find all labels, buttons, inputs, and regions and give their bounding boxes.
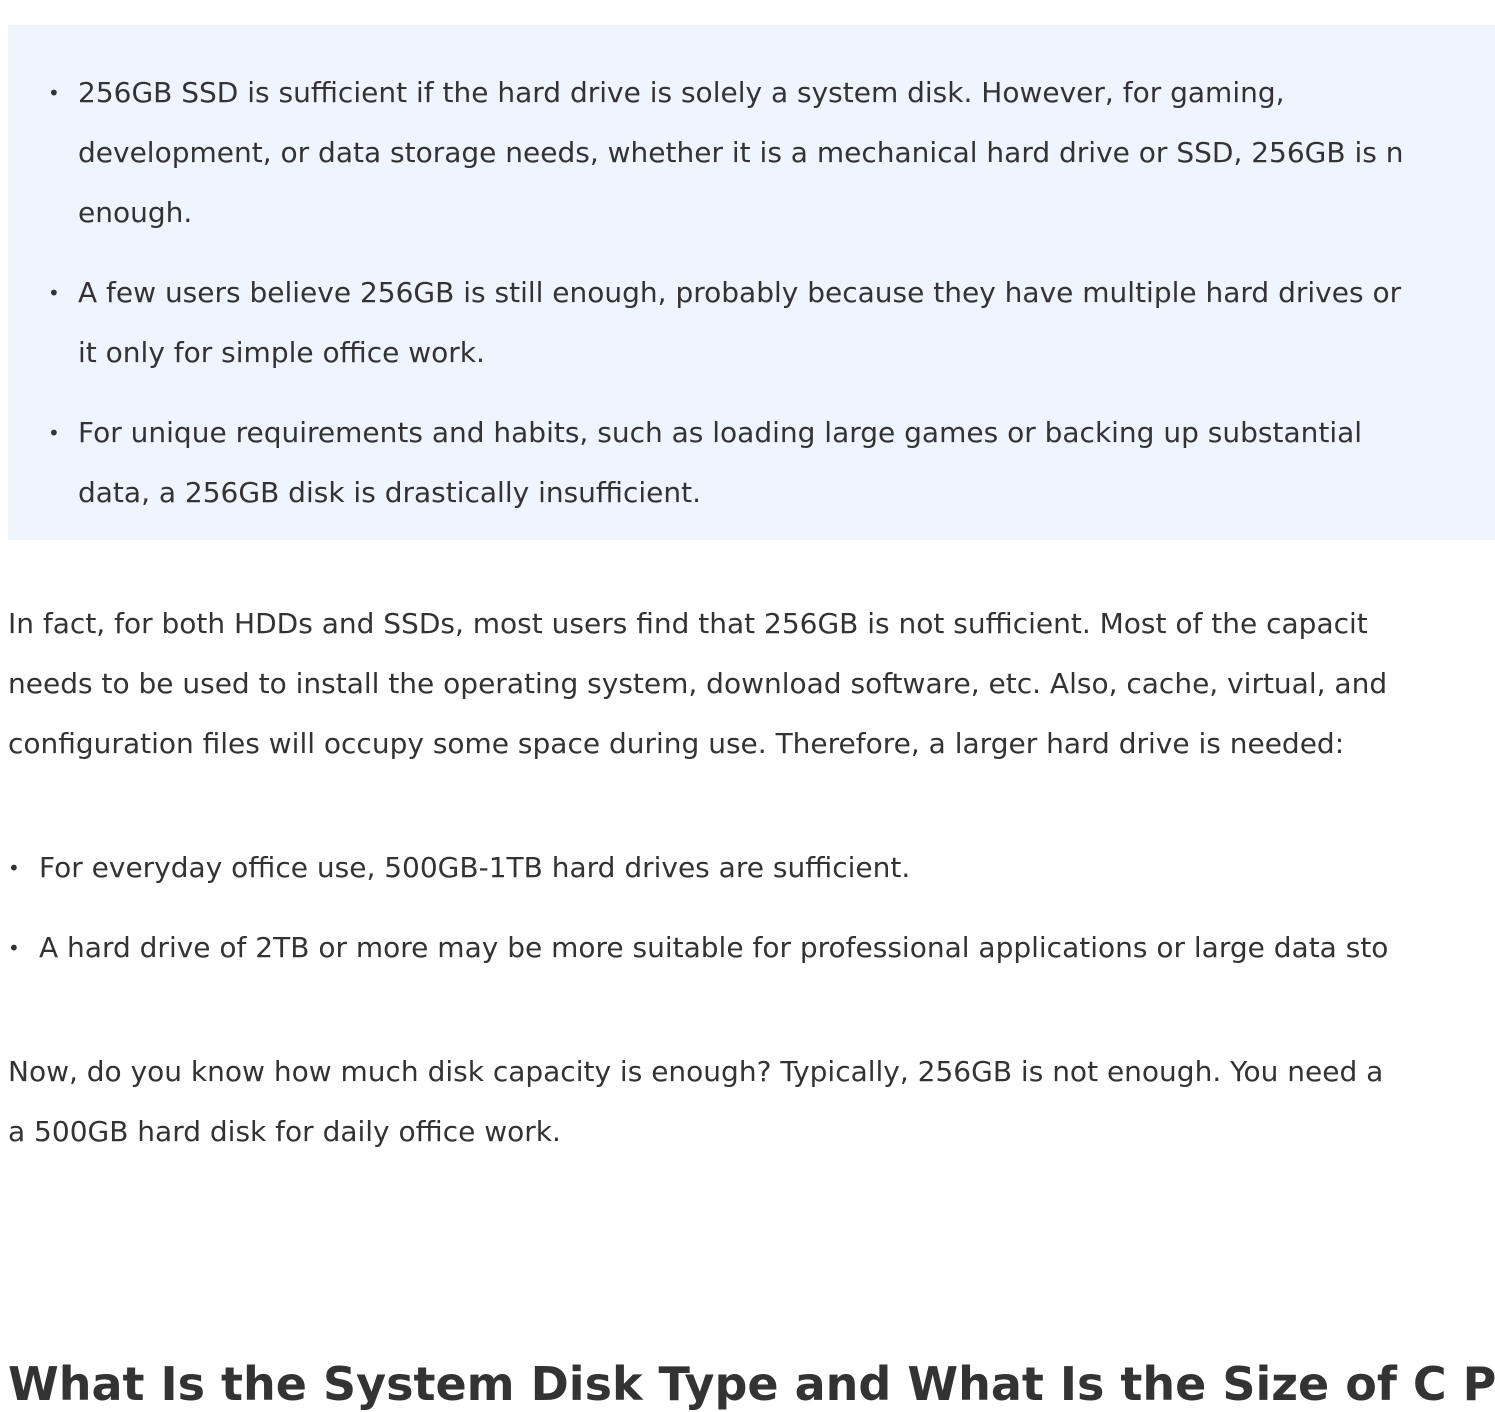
recommendation-list: • For everyday office use, 500GB-1TB har… bbox=[8, 838, 1495, 998]
list-item-line: it only for simple office work. bbox=[78, 336, 485, 369]
callout-list: • 256GB SSD is sufficient if the hard dr… bbox=[8, 63, 1495, 543]
paragraph-line: a 500GB hard disk for daily office work. bbox=[8, 1115, 561, 1148]
list-item-line: For unique requirements and habits, such… bbox=[78, 416, 1363, 449]
paragraph-summary: Now, do you know how much disk capacity … bbox=[8, 1042, 1495, 1162]
section-heading: What Is the System Disk Type and What Is… bbox=[8, 1357, 1495, 1411]
highlight-box: • 256GB SSD is sufficient if the hard dr… bbox=[8, 25, 1495, 540]
article-body: • 256GB SSD is sufficient if the hard dr… bbox=[0, 0, 1495, 1412]
list-item-text: For everyday office use, 500GB-1TB hard … bbox=[39, 851, 911, 884]
list-item-text: A hard drive of 2TB or more may be more … bbox=[39, 931, 1389, 964]
list-item-line: development, or data storage needs, whet… bbox=[78, 136, 1404, 169]
paragraph-line: needs to be used to install the operatin… bbox=[8, 667, 1388, 700]
list-item: • For everyday office use, 500GB-1TB har… bbox=[8, 838, 1495, 898]
paragraph-line: configuration files will occupy some spa… bbox=[8, 727, 1345, 760]
bullet-icon: • bbox=[48, 421, 60, 445]
list-item-line: enough. bbox=[78, 196, 193, 229]
list-item-line: data, a 256GB disk is drastically insuff… bbox=[78, 476, 702, 509]
list-item-line: A few users believe 256GB is still enoug… bbox=[78, 276, 1402, 309]
list-item: • 256GB SSD is sufficient if the hard dr… bbox=[8, 63, 1495, 243]
list-item-line: 256GB SSD is sufficient if the hard driv… bbox=[78, 76, 1285, 109]
bullet-icon: • bbox=[8, 856, 20, 880]
list-item: • A hard drive of 2TB or more may be mor… bbox=[8, 918, 1495, 978]
bullet-icon: • bbox=[48, 81, 60, 105]
list-item: • For unique requirements and habits, su… bbox=[8, 403, 1495, 523]
bullet-icon: • bbox=[8, 936, 20, 960]
bullet-icon: • bbox=[48, 281, 60, 305]
paragraph-line: Now, do you know how much disk capacity … bbox=[8, 1055, 1384, 1088]
paragraph-line: In fact, for both HDDs and SSDs, most us… bbox=[8, 607, 1368, 640]
paragraph-capacity: In fact, for both HDDs and SSDs, most us… bbox=[8, 594, 1495, 774]
list-item: • A few users believe 256GB is still eno… bbox=[8, 263, 1495, 383]
